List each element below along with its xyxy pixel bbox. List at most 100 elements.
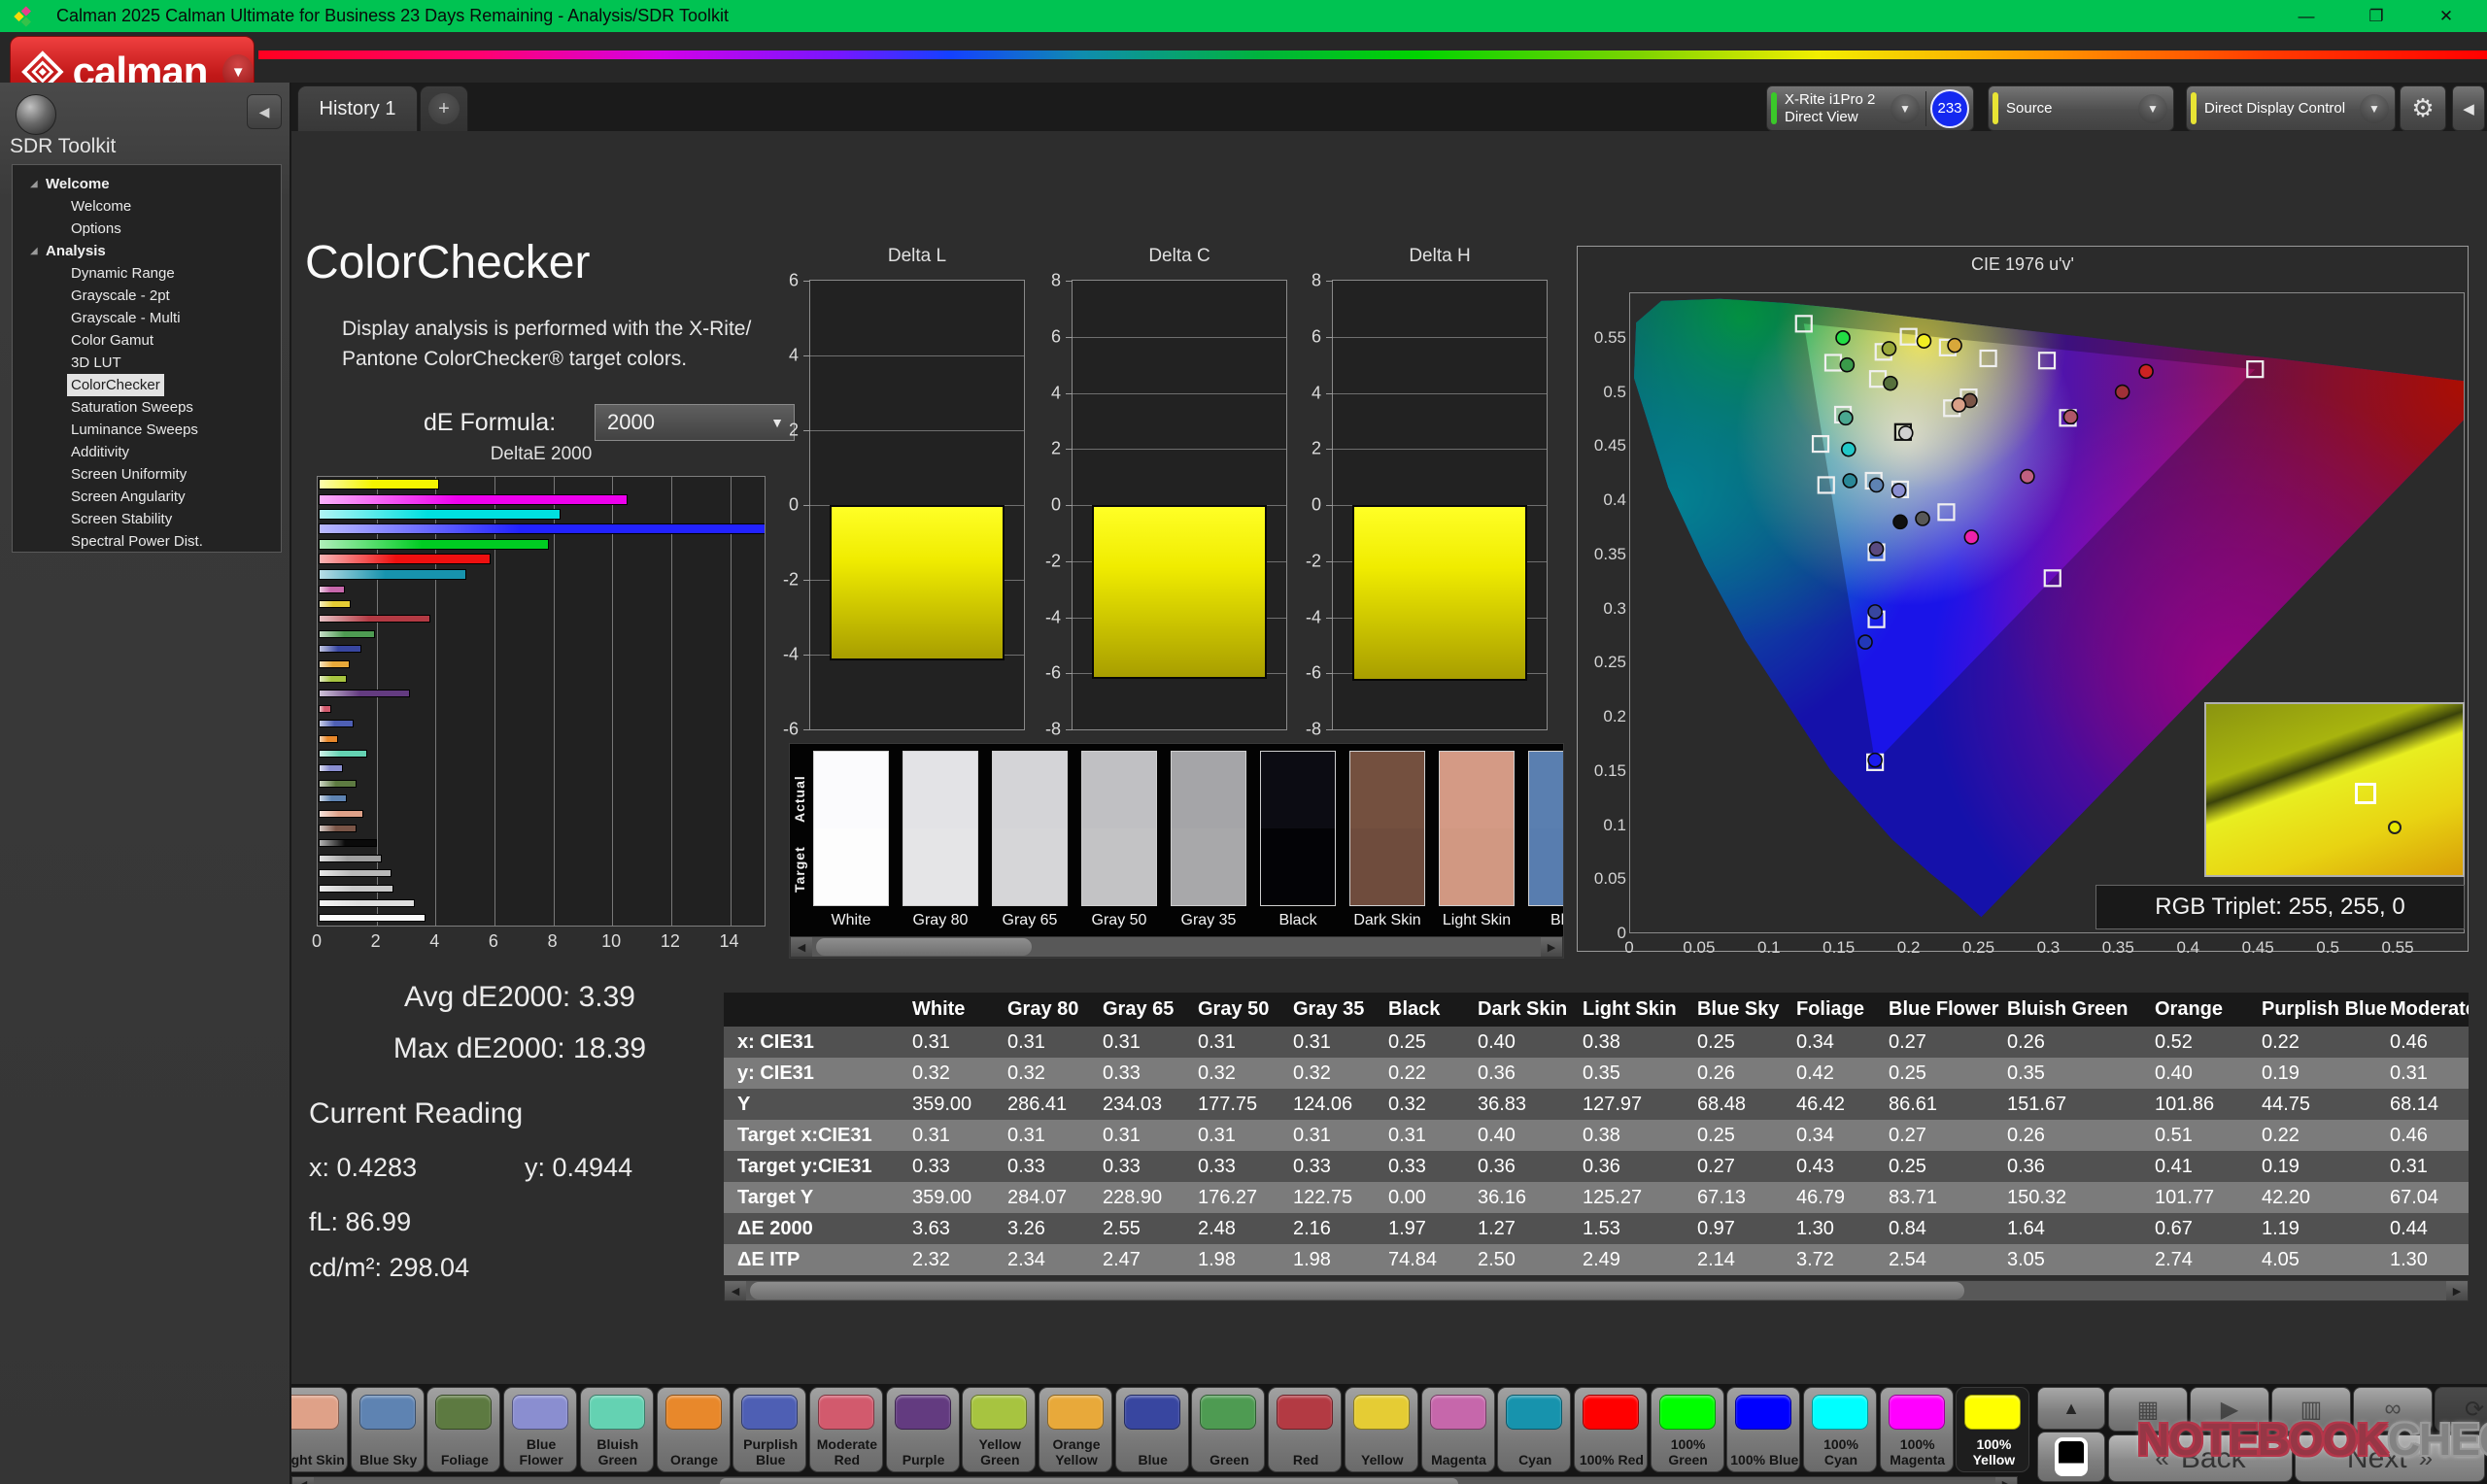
sidebar-item-color-gamut[interactable]: Color Gamut bbox=[67, 329, 157, 352]
pattern-button-moderate-red[interactable]: Moderate Red bbox=[809, 1387, 883, 1472]
pattern-button-yellow[interactable]: Yellow bbox=[1345, 1387, 1418, 1472]
table-cell: 0.36 bbox=[1464, 1151, 1569, 1182]
tab-history-1[interactable]: History 1 bbox=[297, 85, 418, 131]
close-icon[interactable]: ✕ bbox=[2411, 0, 2481, 32]
pattern-button-green[interactable]: Green bbox=[1191, 1387, 1265, 1472]
pattern-button-100-magenta[interactable]: 100% Magenta bbox=[1880, 1387, 1954, 1472]
play-button[interactable]: ▶ bbox=[2190, 1387, 2269, 1432]
scrollbar-thumb[interactable] bbox=[816, 938, 1032, 956]
chevron-down-icon[interactable]: ▼ bbox=[2138, 94, 2167, 123]
loop-button[interactable]: ∞ bbox=[2353, 1387, 2433, 1432]
scroll-right-icon[interactable]: ▶ bbox=[1541, 937, 1562, 957]
sidebar-item-screen-angularity[interactable]: Screen Angularity bbox=[67, 486, 189, 508]
expander-icon[interactable]: ◢ bbox=[30, 179, 46, 189]
pattern-button-100-yellow[interactable]: 100% Yellow bbox=[1956, 1387, 2029, 1472]
pattern-button-bluish-green[interactable]: Bluish Green bbox=[580, 1387, 654, 1472]
pattern-button-100-red[interactable]: 100% Red bbox=[1574, 1387, 1648, 1472]
pattern-button-orange[interactable]: Orange bbox=[657, 1387, 731, 1472]
pattern-bar-scrollbar[interactable]: ◀ ▶ bbox=[291, 1476, 2018, 1484]
sidebar-group-analysis[interactable]: ◢Analysis bbox=[13, 240, 281, 262]
table-cell: 0.33 bbox=[1089, 1058, 1184, 1089]
sidebar-item-welcome[interactable]: Welcome bbox=[67, 195, 135, 218]
sidebar-item-additivity[interactable]: Additivity bbox=[67, 441, 133, 463]
pattern-button-cyan[interactable]: Cyan bbox=[1497, 1387, 1571, 1472]
sidebar-collapse-button[interactable]: ◀ bbox=[247, 94, 282, 129]
back-button[interactable]: « Back bbox=[2108, 1434, 2293, 1482]
pattern-button-blue[interactable]: Blue bbox=[1115, 1387, 1189, 1472]
scrollbar-thumb[interactable] bbox=[750, 1282, 1964, 1299]
sidebar-item-grayscale-2pt[interactable]: Grayscale - 2pt bbox=[67, 285, 174, 307]
table-scrollbar[interactable]: ◀ ▶ bbox=[724, 1280, 2469, 1301]
scroll-left-icon[interactable]: ◀ bbox=[791, 937, 812, 957]
scroll-right-icon[interactable]: ▶ bbox=[1995, 1477, 2017, 1484]
col-header-gray-50: Gray 50 bbox=[1184, 993, 1279, 1027]
sidebar-item-luminance-sweeps[interactable]: Luminance Sweeps bbox=[67, 419, 202, 441]
display-status-bar bbox=[2191, 92, 2197, 124]
pattern-button-100-cyan[interactable]: 100% Cyan bbox=[1803, 1387, 1877, 1472]
sidebar-item-spectral-power-dist[interactable]: Spectral Power Dist. bbox=[67, 530, 207, 553]
pattern-button-100-green[interactable]: 100% Green bbox=[1651, 1387, 1724, 1472]
table-cell: 0.33 bbox=[1089, 1151, 1184, 1182]
next-button[interactable]: Next » bbox=[2295, 1434, 2485, 1482]
scroll-left-icon[interactable]: ◀ bbox=[725, 1281, 746, 1300]
deltae-bar-cyan bbox=[319, 569, 466, 580]
x-tick-label: 12 bbox=[661, 931, 680, 952]
pattern-button-yellow-green[interactable]: Yellow Green bbox=[962, 1387, 1036, 1472]
add-tab-button[interactable]: + bbox=[420, 85, 468, 131]
pattern-button-purple[interactable]: Purple bbox=[886, 1387, 960, 1472]
chevron-down-icon[interactable]: ▼ bbox=[2360, 94, 2389, 123]
sidebar-item-screen-uniformity[interactable]: Screen Uniformity bbox=[67, 463, 190, 486]
display-control-dropdown[interactable]: Direct Display Control ▼ bbox=[2186, 85, 2396, 131]
swatch-strip-scrollbar[interactable]: ◀ ▶ bbox=[790, 936, 1563, 958]
table-cell: 1.53 bbox=[1569, 1213, 1684, 1244]
sidebar-item-grayscale-multi[interactable]: Grayscale - Multi bbox=[67, 307, 185, 329]
pattern-button-light-skin[interactable]: Light Skin bbox=[291, 1387, 348, 1472]
table-cell: 36.16 bbox=[1464, 1182, 1569, 1213]
pattern-button-blue-flower[interactable]: Blue Flower bbox=[503, 1387, 577, 1472]
expander-icon[interactable]: ◢ bbox=[30, 246, 46, 256]
sidebar-item-options[interactable]: Options bbox=[67, 218, 125, 240]
minimize-icon[interactable]: — bbox=[2271, 0, 2341, 32]
maximize-icon[interactable]: ❐ bbox=[2341, 0, 2411, 32]
pattern-window-button[interactable] bbox=[2037, 1432, 2105, 1482]
settings-button[interactable]: ⚙ bbox=[2400, 85, 2446, 131]
levels-button[interactable]: ▥ bbox=[2271, 1387, 2351, 1432]
deltae-bar-100-green bbox=[319, 539, 549, 550]
sidebar-group-welcome[interactable]: ◢Welcome bbox=[13, 173, 281, 195]
pattern-label: Purple bbox=[889, 1452, 959, 1467]
current-y: y: 0.4944 bbox=[525, 1153, 632, 1183]
swatch-white bbox=[813, 751, 889, 906]
pattern-button-purplish-blue[interactable]: Purplish Blue bbox=[732, 1387, 806, 1472]
scroll-right-icon[interactable]: ▶ bbox=[2446, 1281, 2468, 1300]
pattern-button-red[interactable]: Red bbox=[1268, 1387, 1342, 1472]
scrollbar-thumb[interactable] bbox=[720, 1478, 1458, 1484]
table-cell: 68.48 bbox=[1684, 1089, 1783, 1120]
sidebar-item-saturation-sweeps[interactable]: Saturation Sweeps bbox=[67, 396, 197, 419]
meter-dropdown[interactable]: X-Rite i1Pro 2 Direct View ▼ 233 bbox=[1766, 85, 1974, 131]
refresh-button[interactable]: ⟳ bbox=[2435, 1387, 2487, 1432]
pattern-window-button[interactable]: ▦ bbox=[2108, 1387, 2188, 1432]
meter-count-badge[interactable]: 233 bbox=[1930, 89, 1969, 128]
table-cell: 234.03 bbox=[1089, 1089, 1184, 1120]
pattern-button-orange-yellow[interactable]: Orange Yellow bbox=[1039, 1387, 1112, 1472]
sidebar-item-dynamic-range[interactable]: Dynamic Range bbox=[67, 262, 179, 285]
pattern-color-chip bbox=[1812, 1395, 1868, 1430]
table-cell: 83.71 bbox=[1875, 1182, 1993, 1213]
cie-y-tick-label: 0.45 bbox=[1594, 436, 1626, 455]
scroll-left-icon[interactable]: ◀ bbox=[292, 1477, 314, 1484]
orb-icon[interactable] bbox=[16, 94, 56, 135]
source-dropdown[interactable]: Source ▼ bbox=[1988, 85, 2174, 131]
panel-collapse-button[interactable]: ◀ bbox=[2452, 85, 2485, 131]
sidebar-item-3d-lut[interactable]: 3D LUT bbox=[67, 352, 125, 374]
table-cell: 0.67 bbox=[2141, 1213, 2248, 1244]
sidebar-item-colorchecker[interactable]: ColorChecker bbox=[67, 374, 164, 396]
cie-x-tick-label: 0.25 bbox=[1962, 938, 1994, 958]
pattern-button-foliage[interactable]: Foliage bbox=[426, 1387, 500, 1472]
pattern-button-blue-sky[interactable]: Blue Sky bbox=[351, 1387, 425, 1472]
pattern-scroll-up-button[interactable]: ▲ bbox=[2037, 1387, 2105, 1430]
sidebar-item-screen-stability[interactable]: Screen Stability bbox=[67, 508, 176, 530]
chevron-down-icon[interactable]: ▼ bbox=[1891, 94, 1920, 123]
table-cell: 42.20 bbox=[2248, 1182, 2376, 1213]
pattern-button-magenta[interactable]: Magenta bbox=[1421, 1387, 1495, 1472]
pattern-button-100-blue[interactable]: 100% Blue bbox=[1726, 1387, 1800, 1472]
